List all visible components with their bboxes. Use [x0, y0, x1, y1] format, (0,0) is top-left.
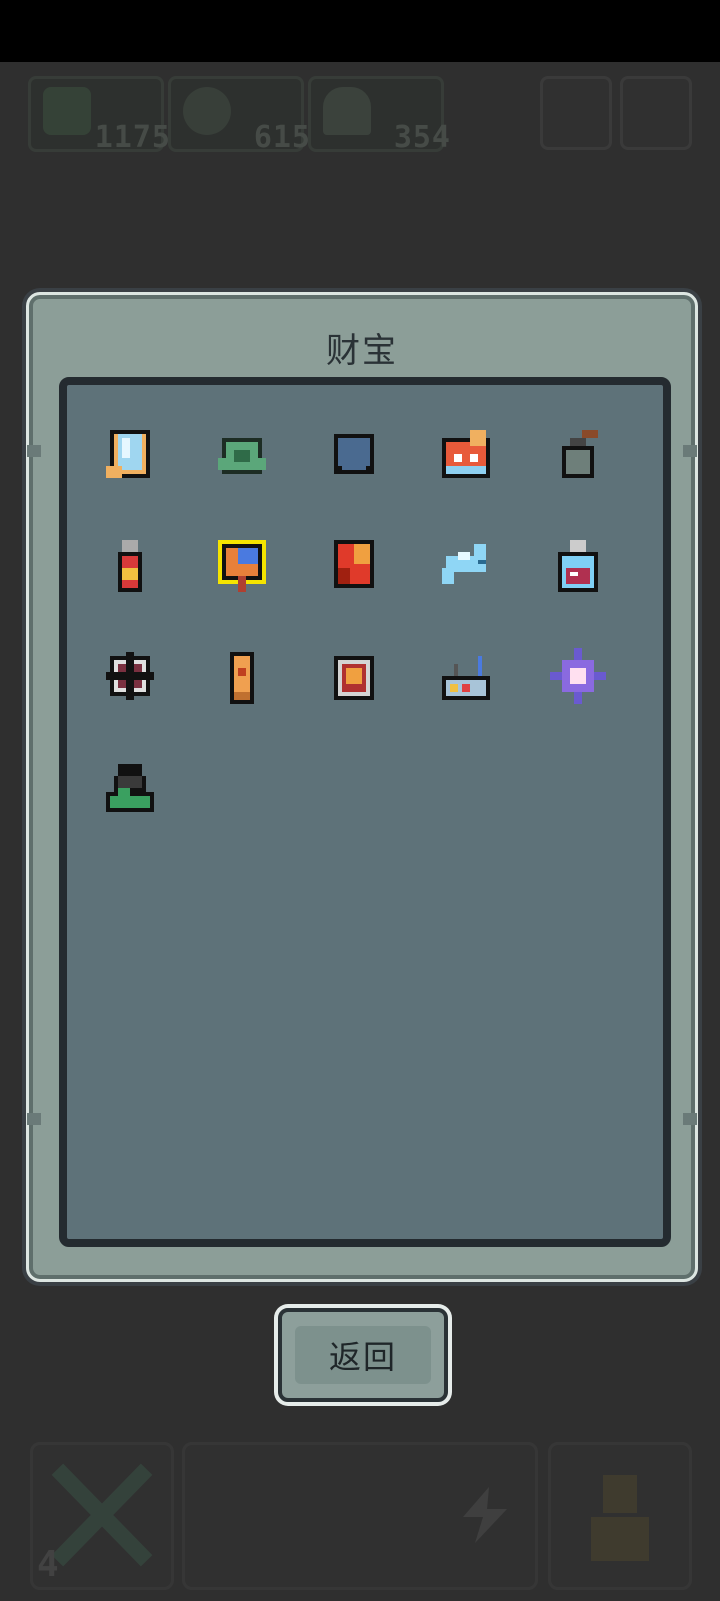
character-icon: [591, 1475, 649, 1561]
gem-icon: [43, 87, 91, 135]
level-number: 4: [37, 1544, 59, 1585]
turtle-shell-icon: [218, 438, 266, 474]
router-icon: [442, 656, 490, 700]
treasure-item-mirror[interactable]: [95, 419, 165, 489]
item-grid-area: [59, 377, 671, 1247]
treasure-item-lion-shield[interactable]: [319, 641, 389, 711]
panel-rivet: [27, 1113, 41, 1125]
panel-rivet: [27, 445, 41, 457]
treasure-item-pocket[interactable]: [319, 419, 389, 489]
treasure-item-fox-mask[interactable]: [431, 419, 501, 489]
material-counter: 354: [308, 76, 450, 155]
lightning-icon: [463, 1487, 507, 1543]
back-button-label: 返回: [295, 1326, 431, 1384]
ice-fish-icon: [442, 544, 486, 584]
gear-counter: 615: [168, 76, 310, 155]
flask-icon: [106, 764, 154, 812]
panel-title: 财宝: [326, 331, 398, 371]
red-gem-icon: [334, 540, 374, 588]
purple-star-icon: [550, 648, 606, 704]
potion-bottle-icon: [558, 540, 598, 592]
mirror-icon: [106, 430, 150, 478]
treasure-item-bullet[interactable]: [207, 641, 277, 711]
top-button-1: [540, 76, 612, 150]
weapon-slot: 4: [30, 1442, 174, 1590]
gear-count: 615: [253, 120, 311, 155]
treasure-item-router[interactable]: [431, 641, 501, 711]
material-count: 354: [393, 120, 451, 155]
back-button[interactable]: 返回: [278, 1308, 448, 1402]
top-button-2: [620, 76, 692, 150]
fox-mask-icon: [442, 430, 490, 478]
skill-bar: [182, 1442, 538, 1590]
treasure-item-usb-drive[interactable]: [95, 529, 165, 599]
treasure-panel: 财宝: [26, 292, 698, 1282]
usb-drive-icon: [118, 540, 142, 592]
treasure-item-shield-badge[interactable]: [207, 529, 277, 599]
character-slot: [548, 1442, 692, 1590]
treasure-item-purple-star[interactable]: [543, 641, 613, 711]
lion-shield-icon: [334, 656, 374, 700]
shield-badge-icon: [218, 540, 266, 592]
treasure-item-red-gem[interactable]: [319, 529, 389, 599]
bullet-icon: [230, 652, 254, 704]
treasure-item-ice-fish[interactable]: [431, 529, 501, 599]
treasure-item-flask[interactable]: [95, 753, 165, 823]
treasure-item-turtle-shell[interactable]: [207, 419, 277, 489]
treasure-item-grenade[interactable]: [543, 419, 613, 489]
crosshair-icon: [106, 652, 154, 700]
material-icon: [323, 87, 371, 135]
gear-icon: [183, 87, 231, 135]
panel-rivet: [683, 1113, 697, 1125]
panel-rivet: [683, 445, 697, 457]
treasure-item-potion-bottle[interactable]: [543, 529, 613, 599]
status-bar: [0, 0, 720, 62]
gem-count: 1175: [94, 120, 171, 155]
pocket-icon: [334, 434, 374, 474]
treasure-item-crosshair[interactable]: [95, 641, 165, 711]
grenade-icon: [562, 430, 598, 478]
gem-counter: 1175: [28, 76, 170, 155]
